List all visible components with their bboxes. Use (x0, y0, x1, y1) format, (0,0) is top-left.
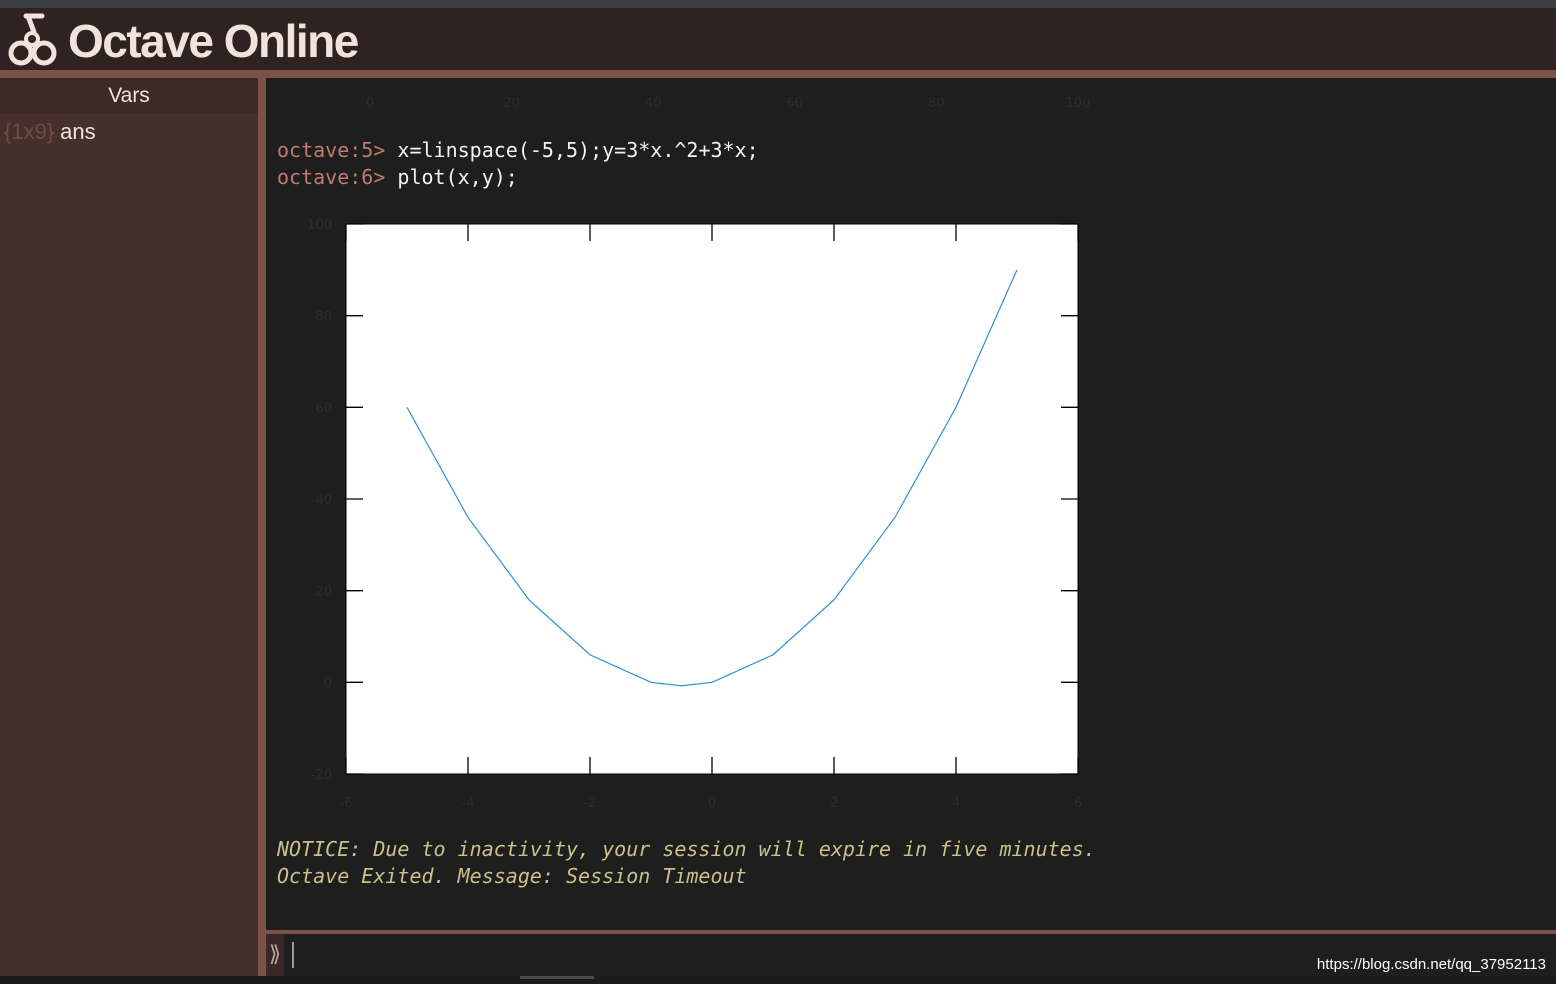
app-header: Octave Online (0, 8, 1556, 72)
x-tick-label: -4 (462, 796, 475, 811)
prev-x-tick-label: 60 (787, 96, 804, 111)
bottom-strip (0, 976, 1556, 984)
text-cursor (292, 942, 294, 968)
x-tick-label: -6 (340, 796, 353, 811)
variable-name: ans (60, 119, 96, 144)
console-command: x=linspace(-5,5);y=3*x.^2+3*x; (385, 138, 759, 162)
watermark: https://blog.csdn.net/qq_37952113 (1316, 956, 1546, 973)
variable-size: {1x9} (4, 119, 55, 144)
header-divider (0, 70, 1556, 78)
x-tick-label: -2 (584, 796, 597, 811)
vars-sidebar: Vars {1x9} ans (0, 78, 258, 976)
prev-x-tick-label: 100 (1066, 96, 1091, 111)
prev-x-tick-label: 20 (503, 96, 520, 111)
y-tick-label: 60 (315, 401, 332, 416)
bottom-tab-indicator (520, 976, 594, 979)
prev-x-tick-label: 40 (645, 96, 662, 111)
console-line: octave:6> plot(x,y); (277, 164, 518, 191)
y-tick-label: 20 (315, 585, 332, 600)
y-tick-label: 100 (307, 218, 332, 233)
prev-x-tick-label: 0 (366, 96, 374, 111)
prev-x-tick-label: 80 (928, 96, 945, 111)
exit-message: Octave Exited. Message: Session Timeout (277, 864, 747, 888)
x-tick-label: 2 (830, 796, 838, 811)
vars-header: Vars (0, 78, 258, 114)
plot-axes-box (345, 223, 1079, 775)
console-prompt: octave:5> (277, 138, 386, 162)
x-tick-label: 4 (952, 796, 960, 811)
variable-item[interactable]: {1x9} ans (4, 118, 96, 146)
console-command: plot(x,y); (385, 165, 518, 189)
prompt-chevron-icon: ⟫ (266, 934, 284, 976)
y-tick-label: 40 (315, 493, 332, 508)
y-tick-label: -20 (311, 768, 332, 783)
plot-figure: 0 20 40 60 80 100-6 -4 -2 0 2 4 6-20020406080100 (307, 96, 1091, 811)
app-title: Octave Online (68, 15, 359, 67)
notice-message: NOTICE: Due to inactivity, your session … (277, 837, 1096, 861)
command-bar: ⟫ https://blog.csdn.net/qq_37952113 (266, 934, 1556, 976)
sidebar-divider[interactable] (258, 78, 266, 976)
y-tick-label: 0 (324, 676, 332, 691)
console-output: 0 20 40 60 80 100 -6 -4 -2 0 2 4 6 -20 0 20 40 60 80 100 oc… (266, 78, 1556, 930)
console-line: octave:5> x=linspace(-5,5);y=3*x.^2+3*x; (277, 137, 759, 164)
octave-logo-icon (8, 13, 57, 66)
x-tick-label: 0 (708, 796, 716, 811)
browser-top-strip (0, 0, 1556, 8)
x-tick-label: 6 (1074, 796, 1082, 811)
y-tick-label: 80 (315, 310, 332, 325)
console-prompt: octave:6> (277, 165, 386, 189)
